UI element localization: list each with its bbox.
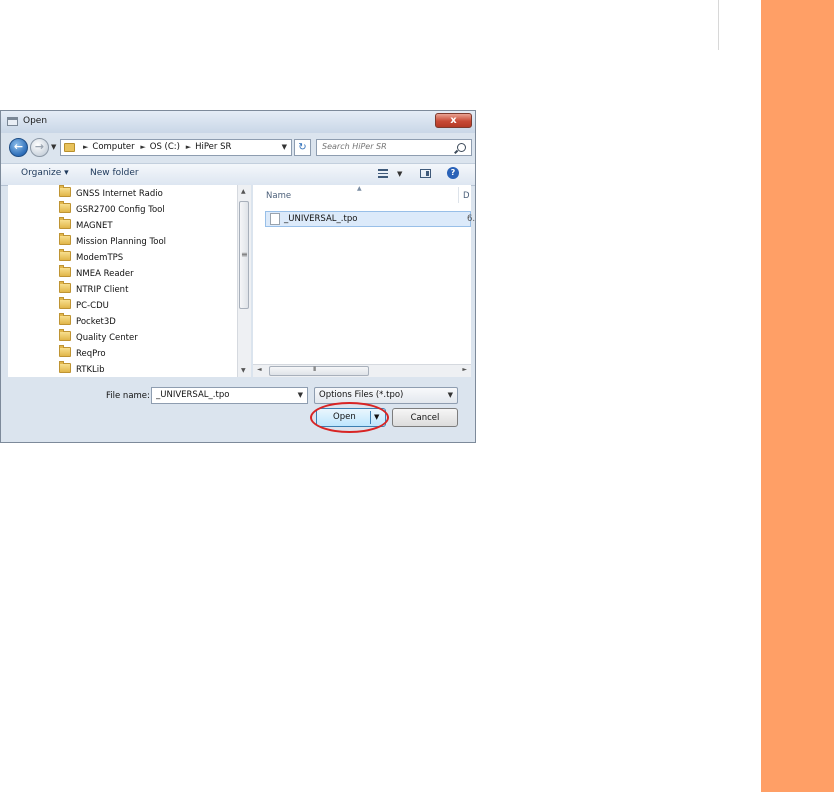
nav-item[interactable]: Pocket3D	[59, 313, 116, 331]
command-toolbar: Organize ▾ New folder ▼ ?	[1, 163, 475, 186]
file-name: _UNIVERSAL_.tpo	[284, 214, 358, 224]
address-dropdown-icon[interactable]: ▼	[282, 143, 287, 151]
search-box[interactable]	[316, 139, 472, 156]
folder-icon	[59, 329, 71, 341]
list-item[interactable]: _UNIVERSAL_.tpo 6.	[265, 211, 475, 227]
file-detail: 6.	[467, 214, 476, 224]
breadcrumb-os-drive[interactable]: OS (C:)	[150, 142, 180, 152]
address-row: ← → ▼ ► Computer ► OS (C:) ► HiPer SR ▼ ↻	[1, 133, 475, 163]
column-divider[interactable]	[458, 187, 459, 203]
refresh-icon[interactable]: ↻	[294, 139, 311, 156]
file-type-value: Options Files (*.tpo)	[319, 390, 404, 400]
title-bar: Open x	[1, 111, 475, 133]
folder-icon	[59, 345, 71, 357]
column-header-name[interactable]: Name	[266, 191, 291, 201]
chevron-right-icon: ►	[83, 143, 89, 151]
search-input[interactable]	[322, 142, 447, 151]
page-divider-line	[718, 0, 719, 50]
file-name-input[interactable]	[156, 390, 286, 400]
breadcrumb: ► Computer ► OS (C:) ► HiPer SR	[80, 142, 231, 152]
nav-scrollbar[interactable]: ▲ ▼	[237, 185, 251, 377]
file-name-field[interactable]: ▼	[151, 387, 308, 404]
scroll-down-icon[interactable]: ▼	[241, 367, 246, 374]
folder-icon	[59, 185, 71, 197]
open-options-dropdown-icon[interactable]: ▼	[374, 413, 379, 421]
chevron-down-icon: ▼	[447, 391, 453, 399]
folder-icon	[59, 233, 71, 245]
nav-item[interactable]: ReqPro	[59, 345, 106, 363]
views-icon[interactable]	[378, 169, 388, 178]
side-accent-bar	[761, 0, 834, 792]
close-button[interactable]: x	[435, 113, 472, 128]
file-type-select[interactable]: Options Files (*.tpo) ▼	[314, 387, 458, 404]
nav-item[interactable]: Mission Planning Tool	[59, 233, 166, 251]
file-list-pane: ▲ Name D _UNIVERSAL_.tpo 6.	[253, 185, 475, 377]
navigation-pane: GNSS Internet Radio GSR2700 Config Tool …	[8, 185, 251, 377]
scroll-thumb[interactable]	[239, 201, 249, 309]
cancel-button[interactable]: Cancel	[392, 408, 458, 427]
file-icon	[270, 213, 280, 225]
open-dialog: Open x ← → ▼ ► Computer ► OS (C:) ► HiPer S…	[0, 110, 476, 443]
nav-item[interactable]: NMEA Reader	[59, 265, 134, 283]
scroll-left-icon[interactable]: ◄	[257, 366, 262, 373]
chevron-down-icon[interactable]: ▼	[298, 391, 303, 399]
folder-icon	[59, 249, 71, 261]
split-divider	[370, 411, 371, 424]
nav-item[interactable]: MAGNET	[59, 217, 113, 235]
folder-icon	[59, 361, 71, 373]
scroll-right-icon[interactable]: ►	[462, 366, 467, 373]
folder-icon	[59, 201, 71, 213]
search-icon[interactable]	[457, 143, 466, 152]
nav-item[interactable]: PC-CDU	[59, 297, 109, 315]
folder-icon	[59, 265, 71, 277]
file-name-label: File name:	[106, 391, 150, 401]
scroll-up-icon[interactable]: ▲	[241, 188, 246, 195]
nav-item[interactable]: Quality Center	[59, 329, 138, 347]
back-arrow-icon[interactable]: ←	[9, 138, 28, 157]
dialog-title: Open	[23, 116, 48, 126]
folder-icon	[59, 313, 71, 325]
preview-pane-icon[interactable]	[420, 169, 431, 178]
open-button-label: Open	[333, 412, 356, 422]
address-bar[interactable]: ► Computer ► OS (C:) ► HiPer SR ▼	[60, 139, 292, 156]
forward-arrow-icon[interactable]: →	[30, 138, 49, 157]
chevron-right-icon: ►	[140, 143, 146, 151]
nav-item[interactable]: RTKLib	[59, 361, 105, 379]
folder-icon	[59, 217, 71, 229]
window-icon	[7, 117, 18, 126]
history-dropdown-icon[interactable]: ▼	[51, 143, 56, 151]
chevron-right-icon: ►	[185, 143, 192, 151]
views-dropdown-icon[interactable]: ▼	[397, 170, 402, 178]
sort-indicator-icon: ▲	[357, 185, 362, 192]
nav-item[interactable]: GNSS Internet Radio	[59, 185, 163, 203]
breadcrumb-computer[interactable]: Computer	[92, 142, 134, 152]
folder-icon	[59, 297, 71, 309]
nav-item[interactable]: ModemTPS	[59, 249, 123, 267]
organize-button[interactable]: Organize ▾	[21, 168, 69, 178]
nav-item[interactable]: GSR2700 Config Tool	[59, 201, 165, 219]
folder-icon	[59, 281, 71, 293]
nav-item[interactable]: NTRIP Client	[59, 281, 128, 299]
file-list-scrollbar[interactable]: ◄ ►	[253, 364, 471, 377]
open-button[interactable]: Open ▼	[316, 408, 386, 427]
help-icon[interactable]: ?	[447, 167, 459, 179]
column-header-next[interactable]: D	[463, 191, 470, 201]
breadcrumb-hiper-sr[interactable]: HiPer SR	[195, 142, 231, 152]
folder-icon	[64, 143, 75, 152]
scroll-thumb[interactable]	[269, 366, 369, 376]
new-folder-button[interactable]: New folder	[90, 168, 139, 178]
